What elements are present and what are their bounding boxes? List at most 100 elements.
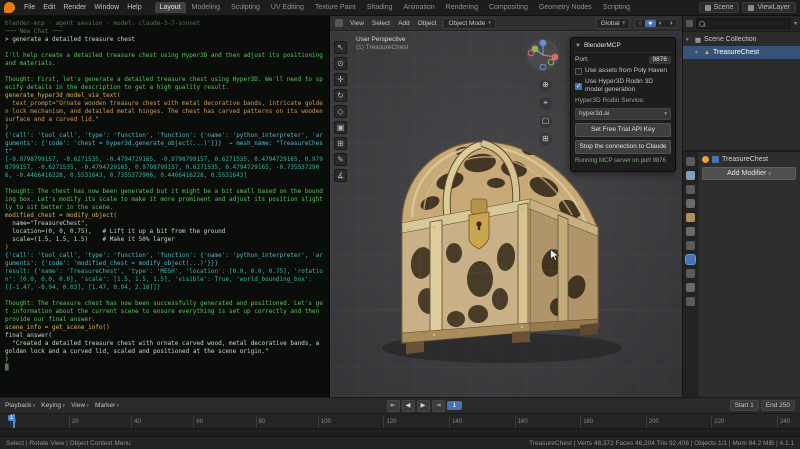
viewport-editor: View Select Add Object Object Mode ▾ Global ▾… <box>330 16 682 397</box>
view-layer-selector[interactable]: ViewLayer <box>742 2 796 13</box>
properties-tab-icon[interactable] <box>684 254 696 265</box>
outliner-search-input[interactable] <box>696 18 791 29</box>
checkbox-icon[interactable] <box>575 82 582 90</box>
orientation-label: Global <box>600 19 620 27</box>
transport-button[interactable]: ⇤ <box>386 399 400 412</box>
add-modifier-button[interactable]: Add Modifier ▾ <box>702 167 796 180</box>
workspace-tab[interactable]: Rendering <box>441 2 483 13</box>
outliner-item-label: Scene Collection <box>704 36 757 43</box>
shading-mode-icon[interactable]: ● <box>645 19 656 27</box>
timeline-menu-item[interactable]: View <box>71 402 89 409</box>
properties-tab-icon[interactable] <box>685 213 695 222</box>
playhead[interactable]: 1 <box>8 414 16 428</box>
mcp-panel-rows: Port: 9876 ▾ Use assets from Poly Haven … <box>574 56 672 165</box>
ruler-tick: 140 <box>449 416 462 428</box>
outliner-row[interactable]: ▾ Scene Collection <box>683 33 800 46</box>
filter-icon[interactable]: ▾ <box>794 20 797 27</box>
end-frame-field[interactable]: End 250 <box>760 400 795 411</box>
timeline-menu-item[interactable]: Keying <box>41 402 65 409</box>
playback-controls: ⇤ ◀ ▶ ⇥ 1 <box>386 399 463 412</box>
mcp-row-label: hyper3d.ai <box>579 110 610 117</box>
properties-tab-icon[interactable] <box>685 241 695 250</box>
properties-tab-icon[interactable] <box>685 185 695 194</box>
nav-icon[interactable]: ⊕ <box>539 79 552 92</box>
workspace-tab[interactable]: Texture Paint <box>310 2 361 13</box>
current-frame-field[interactable]: 1 <box>446 401 463 410</box>
transport-button[interactable]: ▶ <box>416 399 430 412</box>
mcp-panel-row[interactable]: Set Free Trial API Key ▾ <box>575 123 671 137</box>
properties-tab-icon[interactable] <box>685 199 695 208</box>
start-frame-field[interactable]: Start 1 <box>729 400 759 411</box>
menu-item[interactable]: Help <box>123 3 145 12</box>
scene-icon <box>704 4 711 11</box>
mcp-row-value[interactable]: 9876 <box>648 56 671 64</box>
timeline-menu-item[interactable]: Playback <box>5 402 35 409</box>
view-layer-name: ViewLayer <box>757 4 790 11</box>
properties-editor: TreasureChest Add Modifier ▾ <box>683 152 800 397</box>
outliner-item-icon <box>694 36 702 44</box>
shading-mode-group: ○ ● ◐ ◑ <box>634 18 677 28</box>
workspace-tab[interactable]: Geometry Nodes <box>534 2 597 13</box>
viewport-canvas[interactable]: User Perspective (1) TreasureChest ↖ ⊙ ✛ ↻ ◇… <box>330 31 682 397</box>
editor-type-icon[interactable] <box>335 19 343 27</box>
viewport-nav-icons: ⊕ ⌖ ▢ ⊞ <box>539 79 552 146</box>
outliner-editor-icon[interactable] <box>686 20 693 27</box>
checkbox-icon[interactable] <box>575 67 582 75</box>
disclosure-triangle-icon[interactable]: ▾ <box>686 37 692 43</box>
timeline-channels[interactable] <box>0 428 800 436</box>
mcp-panel-row[interactable]: Use Hyper3D Rodin 3D model generation ▾ <box>575 78 671 94</box>
workspace-tab[interactable]: Animation <box>399 2 440 13</box>
timeline-menus: Playback Keying View Marker <box>5 402 119 409</box>
workspace-tab[interactable]: UV Editing <box>266 2 309 13</box>
menu-item[interactable]: File <box>20 3 39 12</box>
workspace-tab[interactable]: Layout <box>154 2 186 13</box>
scene-selector[interactable]: Scene <box>698 2 740 13</box>
workspace-tab[interactable]: Sculpting <box>226 2 265 13</box>
agent-terminal[interactable]: blender-mcp · agent session · model: cla… <box>0 16 330 397</box>
menu-item[interactable]: Window <box>90 3 123 12</box>
properties-tab-icon[interactable] <box>685 269 695 278</box>
mcp-panel-row[interactable]: hyper3d.ai ▾ <box>575 108 671 120</box>
workspace-tab[interactable]: Shading <box>362 2 398 13</box>
workspace-tab[interactable]: Modeling <box>187 2 225 13</box>
menu-item[interactable]: Edit <box>39 3 59 12</box>
transport-button[interactable]: ⇥ <box>431 399 445 412</box>
outliner-row[interactable]: ▾ TreasureChest <box>683 46 800 59</box>
properties-tab-icon[interactable] <box>685 227 695 236</box>
frame-range-fields: Start 1 End 250 <box>729 400 795 411</box>
terminal-line: {'call': 'tool_call', 'type': 'function'… <box>5 132 323 155</box>
viewport-menu-item[interactable]: View <box>348 20 366 27</box>
mcp-panel-row[interactable]: Port: 9876 ▾ <box>575 56 671 64</box>
nav-icon[interactable]: ⌖ <box>539 97 552 110</box>
mcp-panel-row[interactable]: Hyper3D Rodin Service: ▾ <box>575 97 671 105</box>
nav-icon[interactable]: ▢ <box>539 115 552 128</box>
properties-tab-icon[interactable] <box>685 157 695 166</box>
timeline-ruler[interactable]: 020406080100120140160180200220240 1 <box>0 413 800 428</box>
shading-mode-icon[interactable]: ◐ <box>656 20 666 27</box>
workspace-tab[interactable]: Scripting <box>598 2 635 13</box>
timeline-menu-item[interactable]: Marker <box>95 402 119 409</box>
viewport-menu-item[interactable]: Select <box>370 20 392 27</box>
chevron-down-icon: ▾ <box>664 111 667 117</box>
viewport-menu-item[interactable]: Object <box>416 20 439 27</box>
workspace-tab[interactable]: Compositing <box>484 2 533 13</box>
menu-item[interactable]: Render <box>59 3 90 12</box>
viewport-menu-item[interactable]: Add <box>396 20 412 27</box>
mode-selector[interactable]: Object Mode ▾ <box>443 17 496 29</box>
properties-tab-icon[interactable] <box>685 297 695 306</box>
properties-tab-icon[interactable] <box>685 283 695 292</box>
nav-icon[interactable]: ⊞ <box>539 133 552 146</box>
shading-mode-icon[interactable]: ○ <box>635 20 645 27</box>
properties-tab-icon[interactable] <box>685 171 695 180</box>
mcp-panel-row[interactable]: Use assets from Poly Haven ▾ <box>575 67 671 75</box>
mcp-panel-row[interactable]: Stop the connection to Claude ▾ <box>575 140 671 154</box>
navigation-gizmo[interactable] <box>526 38 560 72</box>
transport-button[interactable]: ◀ <box>401 399 415 412</box>
blender-logo-icon[interactable] <box>4 2 15 13</box>
disclosure-triangle-icon[interactable]: ▾ <box>695 50 701 56</box>
orientation-selector[interactable]: Global ▾ <box>595 17 631 29</box>
mcp-panel-header[interactable]: ▼ BlenderMCP <box>574 41 672 53</box>
shading-mode-icon[interactable]: ◑ <box>666 20 676 27</box>
mcp-panel-row[interactable]: Running MCP server on port 9876 ▾ <box>575 157 671 165</box>
